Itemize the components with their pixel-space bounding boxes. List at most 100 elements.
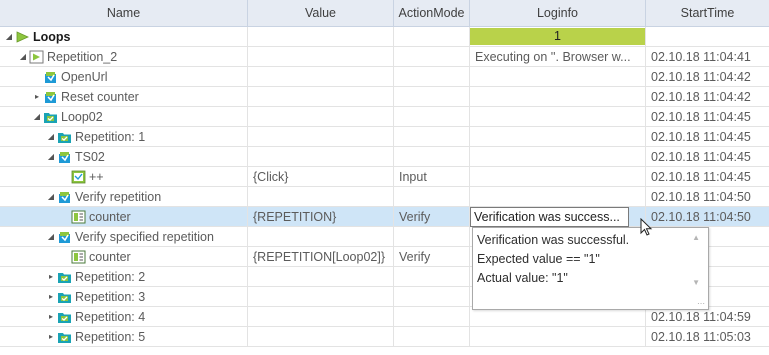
actionmode-cell[interactable] [394,287,470,307]
name-cell[interactable]: OpenUrl [0,67,248,87]
actionmode-cell[interactable] [394,127,470,147]
tree-row[interactable]: ◢ Repetition: 1 02.10.18 11:04:45 [0,127,769,147]
name-cell[interactable]: ▸ Repetition: 2 [0,267,248,287]
loginfo-cell[interactable] [470,327,646,347]
expand-arrow-icon[interactable]: ▸ [46,327,56,347]
collapse-arrow-icon[interactable]: ◢ [46,227,56,247]
value-cell[interactable] [248,327,394,347]
actionmode-cell[interactable]: Verify [394,247,470,267]
value-cell[interactable] [248,87,394,107]
name-cell[interactable]: ◢ Verify repetition [0,187,248,207]
column-header-loginfo[interactable]: Loginfo [470,0,646,27]
name-cell[interactable]: ◢ Loops [0,27,248,47]
expand-arrow-icon[interactable]: ▸ [46,307,56,327]
value-cell[interactable] [248,307,394,327]
loginfo-cell[interactable]: Executing on ''. Browser w... [470,47,646,67]
actionmode-cell[interactable] [394,327,470,347]
name-cell[interactable]: ▸ Repetition: 5 [0,327,248,347]
column-header-name[interactable]: Name [0,0,248,27]
name-cell[interactable]: ▸ Repetition: 4 [0,307,248,327]
value-cell[interactable] [248,107,394,127]
loginfo-count-badge: 1 [470,28,645,45]
actionmode-cell[interactable] [394,27,470,47]
actionmode-cell[interactable]: Verify [394,207,470,227]
expand-arrow-icon[interactable]: ▸ [46,287,56,307]
tree-row[interactable]: ◢ Loops 1 [0,27,769,47]
value-cell[interactable] [248,187,394,207]
loginfo-cell[interactable]: 1 [470,27,646,47]
name-cell[interactable]: ++ [0,167,248,187]
tree-row[interactable]: ◢ TS02 02.10.18 11:04:45 [0,147,769,167]
loginfo-cell[interactable] [470,67,646,87]
loginfo-cell[interactable] [470,87,646,107]
tree-row[interactable]: ▸ Reset counter 02.10.18 11:04:42 [0,87,769,107]
name-cell[interactable]: counter [0,207,248,227]
name-cell[interactable]: ◢ Repetition_2 [0,47,248,67]
value-cell[interactable] [248,27,394,47]
loginfo-cell[interactable] [470,167,646,187]
loginfo-cell[interactable]: Verification was success... [470,207,646,227]
collapse-arrow-icon[interactable]: ◢ [18,47,28,67]
name-cell[interactable]: ◢ Loop02 [0,107,248,127]
starttime-cell: 02.10.18 11:04:41 [651,50,751,64]
actionmode-cell[interactable] [394,87,470,107]
tree-row[interactable]: ◢ Repetition_2 Executing on ''. Browser w.… [0,47,769,67]
value-cell[interactable]: {REPETITION} [248,207,394,227]
column-header-actionmode[interactable]: ActionMode [394,0,470,27]
tree-row[interactable]: ▸ Repetition: 5 02.10.18 11:05:03 [0,327,769,347]
starttime-cell: 02.10.18 11:04:42 [651,90,751,104]
item-label: Repetition: 2 [75,270,146,284]
tree-row[interactable]: OpenUrl 02.10.18 11:04:42 [0,67,769,87]
item-label: counter [89,250,131,264]
module-icon [45,72,56,83]
loginfo-popup[interactable]: Verification was successful. Expected va… [472,227,709,310]
module-icon [45,92,56,103]
collapse-arrow-icon[interactable]: ◢ [32,107,42,127]
loginfo-cell[interactable] [470,187,646,207]
name-cell[interactable]: ◢ Verify specified repetition [0,227,248,247]
value-cell[interactable]: {Click} [248,167,394,187]
loginfo-edit-box[interactable]: Verification was success... [470,207,629,227]
column-header-starttime[interactable]: StartTime [646,0,769,27]
value-cell[interactable]: {REPETITION[Loop02]} [248,247,394,267]
actionmode-cell[interactable] [394,107,470,127]
value-cell[interactable] [248,47,394,67]
name-cell[interactable]: ▸ Reset counter [0,87,248,107]
scroll-up-icon[interactable]: ▲ [692,233,700,242]
actionmode-cell[interactable] [394,227,470,247]
actionmode-cell[interactable]: Input [394,167,470,187]
loginfo-cell[interactable] [470,127,646,147]
loginfo-cell[interactable] [470,147,646,167]
collapse-arrow-icon[interactable]: ◢ [46,147,56,167]
name-cell[interactable]: ▸ Repetition: 3 [0,287,248,307]
actionmode-cell[interactable] [394,147,470,167]
value-cell[interactable] [248,287,394,307]
resize-grip-icon[interactable]: ⋯ [697,299,705,308]
loginfo-cell[interactable] [470,107,646,127]
value-cell[interactable] [248,127,394,147]
loginfo-cell[interactable] [470,307,646,327]
value-cell[interactable] [248,147,394,167]
collapse-arrow-icon[interactable]: ◢ [46,127,56,147]
value-cell[interactable] [248,267,394,287]
actionmode-cell[interactable] [394,267,470,287]
actionmode-cell[interactable] [394,187,470,207]
name-cell[interactable]: ◢ TS02 [0,147,248,167]
value-cell[interactable] [248,227,394,247]
name-cell[interactable]: ◢ Repetition: 1 [0,127,248,147]
name-cell[interactable]: counter [0,247,248,267]
value-cell[interactable] [248,67,394,87]
column-header-value[interactable]: Value [248,0,394,27]
expand-arrow-icon[interactable]: ▸ [46,267,56,287]
collapse-arrow-icon[interactable]: ◢ [46,187,56,207]
actionmode-cell[interactable] [394,67,470,87]
tree-row[interactable]: ++ {Click} Input 02.10.18 11:04:45 [0,167,769,187]
actionmode-cell[interactable] [394,307,470,327]
tree-row[interactable]: ◢ Verify repetition 02.10.18 11:04:50 [0,187,769,207]
tree-row[interactable]: ▸ Repetition: 4 02.10.18 11:04:59 [0,307,769,327]
actionmode-cell[interactable] [394,47,470,67]
expand-arrow-icon[interactable]: ▸ [32,87,42,107]
scroll-down-icon[interactable]: ▼ [692,278,700,287]
tree-row[interactable]: ◢ Loop02 02.10.18 11:04:45 [0,107,769,127]
collapse-arrow-icon[interactable]: ◢ [4,27,14,47]
